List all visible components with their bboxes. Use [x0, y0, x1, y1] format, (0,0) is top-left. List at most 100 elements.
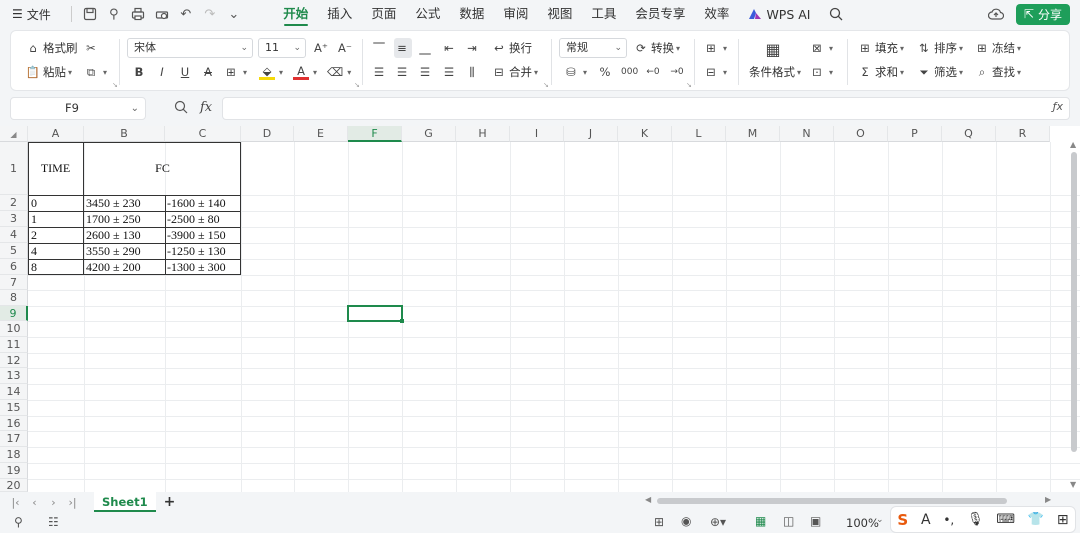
column-header-n[interactable]: N: [780, 126, 834, 142]
expand-formula-icon[interactable]: ƒx: [1053, 100, 1063, 113]
borders-button[interactable]: ⊞ ▾: [223, 62, 247, 82]
cell-b2[interactable]: 3450 ± 230: [86, 195, 141, 211]
normal-view-icon[interactable]: ▦: [755, 514, 766, 528]
clear-format-button[interactable]: ⌫ ▾: [327, 62, 351, 82]
punctuation-icon[interactable]: •,: [943, 513, 954, 527]
number-format-select[interactable]: 常规 ⌄: [559, 38, 627, 58]
column-header-o[interactable]: O: [834, 126, 888, 142]
worksheet-button[interactable]: ⊟ ▾: [703, 62, 727, 82]
align-left-button[interactable]: ☰: [371, 62, 389, 82]
row-header-16[interactable]: 16: [0, 416, 28, 431]
formula-input[interactable]: ƒx: [222, 97, 1070, 120]
zoom-search-icon[interactable]: [174, 100, 188, 117]
decrease-indent-button[interactable]: ⇤: [441, 38, 459, 58]
conditional-format-button[interactable]: 条件格式 ▾: [749, 62, 801, 82]
currency-button[interactable]: ⛁ ▾: [563, 62, 587, 82]
select-all-corner[interactable]: ◢: [0, 126, 28, 142]
row-column-button[interactable]: ⊞ ▾: [703, 38, 727, 58]
row-header-9[interactable]: 9: [0, 306, 28, 321]
sogou-s-icon[interactable]: S: [897, 511, 908, 529]
spreadsheet-grid[interactable]: ◢ A B C D E F G H I J K L M N O P Q R 1 2 3 4 5 6 7 8 9 10 11 12 13 14 1…: [0, 126, 1080, 492]
name-box[interactable]: F9 ⌄: [10, 97, 146, 120]
row-header-2[interactable]: 2: [0, 195, 28, 211]
increase-decimal-button[interactable]: ←0: [645, 62, 663, 82]
tab-efficiency[interactable]: 效率: [695, 0, 739, 28]
last-sheet-icon[interactable]: ›|: [63, 496, 82, 509]
sort-button[interactable]: ⇅ 排序 ▾: [916, 38, 963, 58]
scroll-left-icon[interactable]: ◀: [645, 495, 651, 504]
column-header-i[interactable]: I: [510, 126, 564, 142]
page-layout-view-icon[interactable]: ▣: [810, 514, 821, 528]
tab-home[interactable]: 开始: [274, 0, 318, 28]
column-header-e[interactable]: E: [294, 126, 348, 142]
crosshair-icon[interactable]: ⊕▾: [710, 515, 726, 529]
cell-c4[interactable]: -3900 ± 150: [167, 227, 226, 243]
row-header-19[interactable]: 19: [0, 463, 28, 479]
tab-page[interactable]: 页面: [362, 0, 406, 28]
column-header-a[interactable]: A: [28, 126, 84, 142]
tab-data[interactable]: 数据: [450, 0, 494, 28]
column-header-c[interactable]: C: [165, 126, 241, 142]
tab-insert[interactable]: 插入: [318, 0, 362, 28]
cell-c2[interactable]: -1600 ± 140: [167, 195, 226, 211]
column-header-m[interactable]: M: [726, 126, 780, 142]
zoom-level[interactable]: 100%: [846, 516, 879, 530]
row-header-17[interactable]: 17: [0, 431, 28, 447]
decrease-decimal-button[interactable]: →0: [669, 62, 687, 82]
sheet-tab[interactable]: Sheet1: [94, 492, 156, 512]
align-right-button[interactable]: ☰: [417, 62, 435, 82]
scroll-right-icon[interactable]: ▶: [1045, 495, 1051, 504]
text-format-icon[interactable]: A: [921, 512, 931, 528]
vertical-scrollbar[interactable]: [1071, 152, 1077, 452]
row-header-1[interactable]: 1: [0, 142, 28, 195]
underline-button[interactable]: U: [177, 62, 195, 82]
column-header-b[interactable]: B: [84, 126, 165, 142]
cloud-upload-icon[interactable]: [984, 3, 1008, 25]
redo-icon[interactable]: ↷: [198, 3, 222, 25]
dialog-launcher-icon[interactable]: ↘: [112, 81, 118, 89]
tab-tools[interactable]: 工具: [582, 0, 626, 28]
print-preview-icon[interactable]: [150, 3, 174, 25]
cut-button[interactable]: ✂: [83, 38, 101, 58]
increase-indent-button[interactable]: ⇥: [464, 38, 482, 58]
column-header-g[interactable]: G: [402, 126, 456, 142]
prev-sheet-icon[interactable]: ‹: [25, 496, 44, 509]
column-header-p[interactable]: P: [888, 126, 942, 142]
search-icon[interactable]: [820, 0, 853, 28]
scroll-down-icon[interactable]: ▼: [1070, 480, 1076, 489]
cell-style-button[interactable]: ⊠ ▾: [809, 38, 833, 58]
save-icon[interactable]: [78, 3, 102, 25]
conditional-format-icon[interactable]: ▦: [765, 39, 783, 59]
cell-b5[interactable]: 3550 ± 290: [86, 243, 141, 259]
column-header-d[interactable]: D: [241, 126, 294, 142]
cell-a2[interactable]: 0: [31, 195, 37, 211]
wps-ai-button[interactable]: WPS AI: [739, 0, 820, 28]
table-style-button[interactable]: ⊡ ▾: [809, 62, 833, 82]
row-header-13[interactable]: 13: [0, 368, 28, 384]
share-button[interactable]: ⇱ 分享: [1015, 3, 1070, 25]
cloud-save-icon[interactable]: ⚲: [102, 3, 126, 25]
scroll-up-icon[interactable]: ▲: [1070, 140, 1076, 149]
selected-cell-outline[interactable]: [347, 305, 403, 322]
protect-icon[interactable]: ⊞: [654, 515, 664, 529]
cell-b4[interactable]: 2600 ± 130: [86, 227, 141, 243]
sum-button[interactable]: Σ 求和 ▾: [857, 62, 904, 82]
freeze-button[interactable]: ⊞ 冻结 ▾: [974, 38, 1021, 58]
bold-button[interactable]: B: [131, 62, 149, 82]
paste-button[interactable]: 📋 粘贴 ▾: [25, 62, 72, 82]
macro-icon[interactable]: ⚲: [14, 515, 23, 529]
row-header-10[interactable]: 10: [0, 321, 28, 337]
row-header-12[interactable]: 12: [0, 353, 28, 368]
align-center-button[interactable]: ☰: [394, 62, 412, 82]
row-header-11[interactable]: 11: [0, 337, 28, 353]
fill-color-button[interactable]: ⬙ ▾: [259, 62, 283, 82]
cell-a6[interactable]: 8: [31, 259, 37, 275]
column-header-f[interactable]: F: [348, 126, 402, 142]
horizontal-scrollbar[interactable]: [657, 498, 1007, 504]
font-size-select[interactable]: 11 ⌄: [258, 38, 306, 58]
format-painter-button[interactable]: ⌂ 格式刷: [25, 38, 77, 58]
column-header-k[interactable]: K: [618, 126, 672, 142]
align-bottom-button[interactable]: ⎽: [417, 38, 435, 58]
cell-b1[interactable]: FC: [84, 142, 241, 195]
undo-icon[interactable]: ↶: [174, 3, 198, 25]
